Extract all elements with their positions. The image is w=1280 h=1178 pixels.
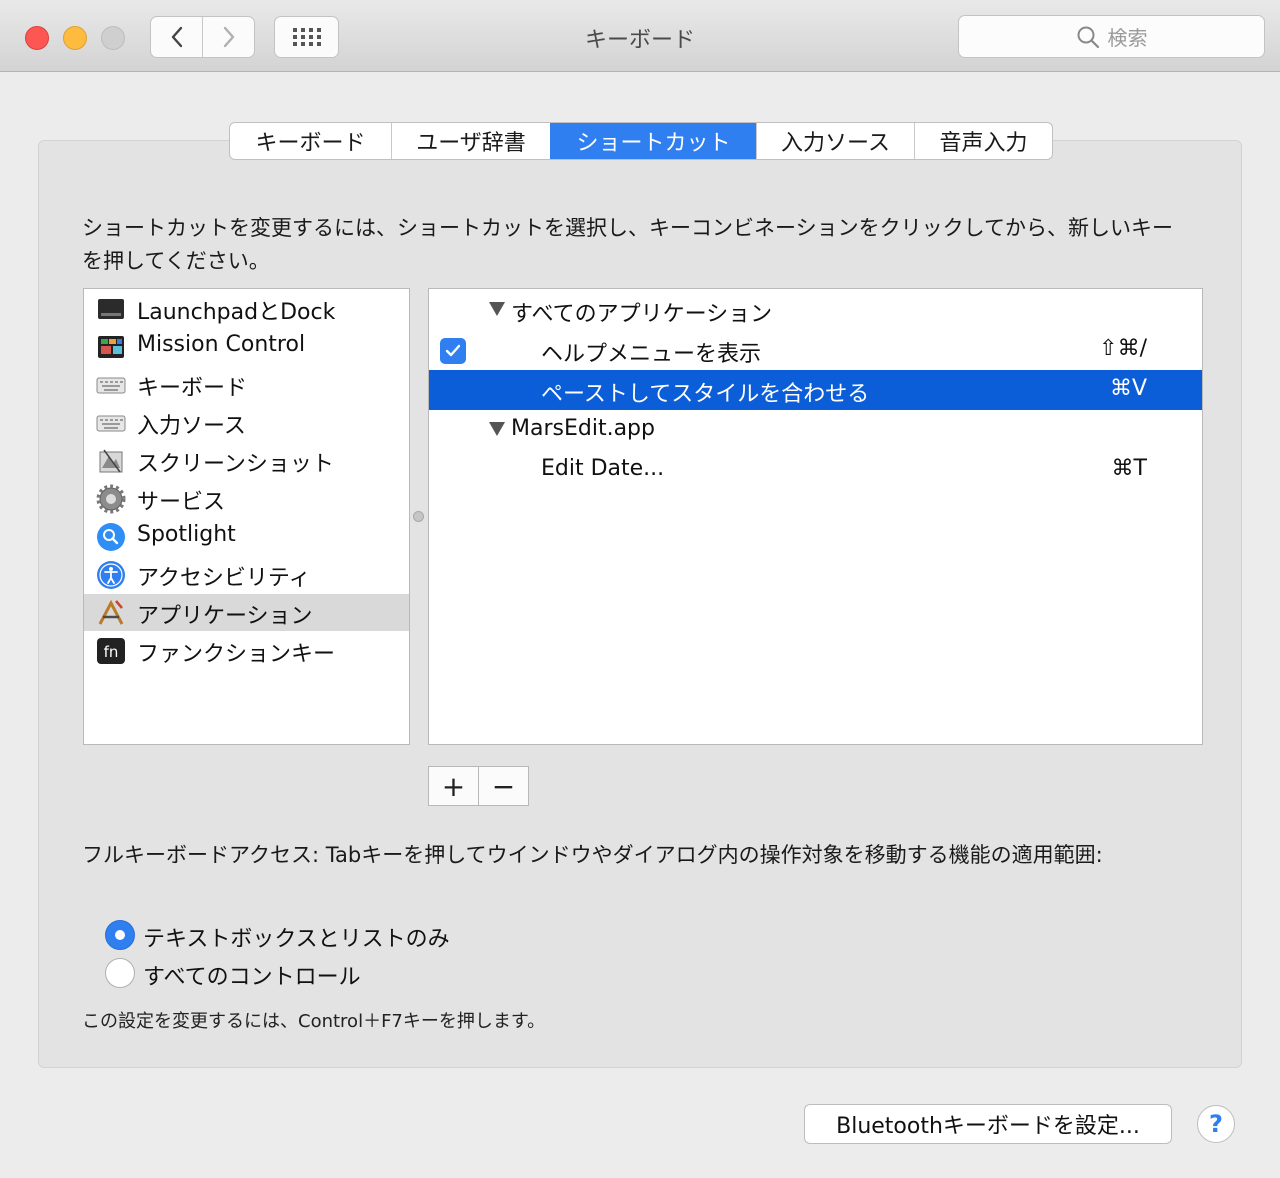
group-label: すべてのアプリケーション [511,302,773,327]
checkmark-icon [445,344,461,357]
category-label: 入力ソース [137,414,246,439]
tab-input-sources[interactable]: 入力ソース [756,123,914,159]
shortcut-label: Edit Date... [541,456,665,481]
app-store-icon [98,599,124,625]
shortcut-label: ヘルプメニューを表示 [541,342,762,367]
search-placeholder: 検索 [1107,26,1148,50]
tab-dictation[interactable]: 音声入力 [914,123,1052,159]
keyboard-icon [96,377,126,394]
screenshot-icon [99,449,123,473]
category-label: Spotlight [137,522,236,547]
control-f7-note: この設定を変更するには、Control＋F7キーを押します。 [82,1011,546,1032]
gear-icon [96,484,126,514]
category-item-mission-control[interactable]: Mission Control [84,328,409,365]
svg-text:fn: fn [104,643,119,661]
category-item-launchpad-dock[interactable]: LaunchpadとDock [84,290,409,327]
category-item-services[interactable]: サービス [84,480,409,517]
shortcut-keys[interactable]: ⌘V [1110,376,1147,401]
group-label: MarsEdit.app [511,416,655,441]
radio-all-controls[interactable] [105,958,135,988]
shortcut-keys[interactable]: ⇧⌘/ [1099,336,1147,361]
radio-text-boxes-lists[interactable] [105,920,135,950]
bluetooth-keyboard-button[interactable]: Bluetoothキーボードを設定... [804,1104,1172,1144]
tab-user-dictionary[interactable]: ユーザ辞書 [391,123,550,159]
instructions-text: ショートカットを変更するには、ショートカットを選択し、キーコンビネーションをクリ… [82,216,1173,273]
add-remove-control: + − [428,766,529,806]
search-field[interactable]: 検索 [958,15,1265,58]
split-view-handle[interactable] [413,511,424,522]
mission-control-icon [98,336,124,358]
title-bar: キーボード 検索 [0,0,1280,72]
category-item-app-shortcuts[interactable]: アプリケーション [84,594,409,631]
add-button[interactable]: + [429,767,478,805]
category-label: アクセシビリティ [137,566,311,591]
category-item-spotlight[interactable]: Spotlight [84,518,409,555]
category-item-accessibility[interactable]: アクセシビリティ [84,556,409,593]
tab-keyboard[interactable]: キーボード [230,123,391,159]
shortcut-keys[interactable]: ⌘T [1112,456,1147,481]
shortcut-label: ペーストしてスタイルを合わせる [541,382,870,407]
full-keyboard-access-text: フルキーボードアクセス: Tabキーを押してウインドウやダイアログ内の操作対象を… [82,843,1103,867]
category-list[interactable]: LaunchpadとDock Mission Control キーボード 入力ソ… [83,288,410,745]
accessibility-icon [97,561,125,589]
category-item-function-keys[interactable]: fn ファンクションキー [84,632,409,669]
shortcut-group-all-apps[interactable]: すべてのアプリケーション [429,290,1202,330]
help-button[interactable]: ? [1197,1105,1235,1143]
shortcut-checkbox[interactable] [440,338,466,364]
launchpad-dock-icon [98,299,124,319]
shortcut-group-marsedit[interactable]: MarsEdit.app [429,410,1202,450]
tab-bar: キーボード ユーザ辞書 ショートカット 入力ソース 音声入力 [229,122,1053,160]
search-icon [1077,26,1099,48]
category-label: Mission Control [137,332,306,357]
input-source-icon [96,415,126,432]
category-item-input-sources[interactable]: 入力ソース [84,404,409,441]
fn-key-icon: fn [97,638,125,664]
radio-label[interactable]: テキストボックスとリストのみ [143,921,450,953]
disclosure-triangle-icon[interactable] [489,422,505,436]
category-label: スクリーンショット [137,452,334,477]
category-label: ファンクションキー [137,642,336,667]
disclosure-triangle-icon[interactable] [489,302,505,316]
category-item-keyboard[interactable]: キーボード [84,366,409,403]
radio-label[interactable]: すべてのコントロール [143,959,361,991]
category-label: アプリケーション [137,604,313,629]
spotlight-icon [97,523,125,551]
category-label: サービス [137,490,226,515]
category-label: LaunchpadとDock [137,300,336,325]
shortcut-row[interactable]: ヘルプメニューを表示 ⇧⌘/ [429,330,1202,370]
shortcut-list[interactable]: すべてのアプリケーション ヘルプメニューを表示 ⇧⌘/ ペーストしてスタイルを合… [428,288,1203,745]
shortcut-row[interactable]: Edit Date... ⌘T [429,450,1202,490]
category-label: キーボード [137,376,248,401]
category-item-screenshots[interactable]: スクリーンショット [84,442,409,479]
shortcut-row-selected[interactable]: ペーストしてスタイルを合わせる ⌘V [429,370,1202,410]
remove-button[interactable]: − [478,767,528,805]
tab-shortcuts[interactable]: ショートカット [550,123,756,159]
